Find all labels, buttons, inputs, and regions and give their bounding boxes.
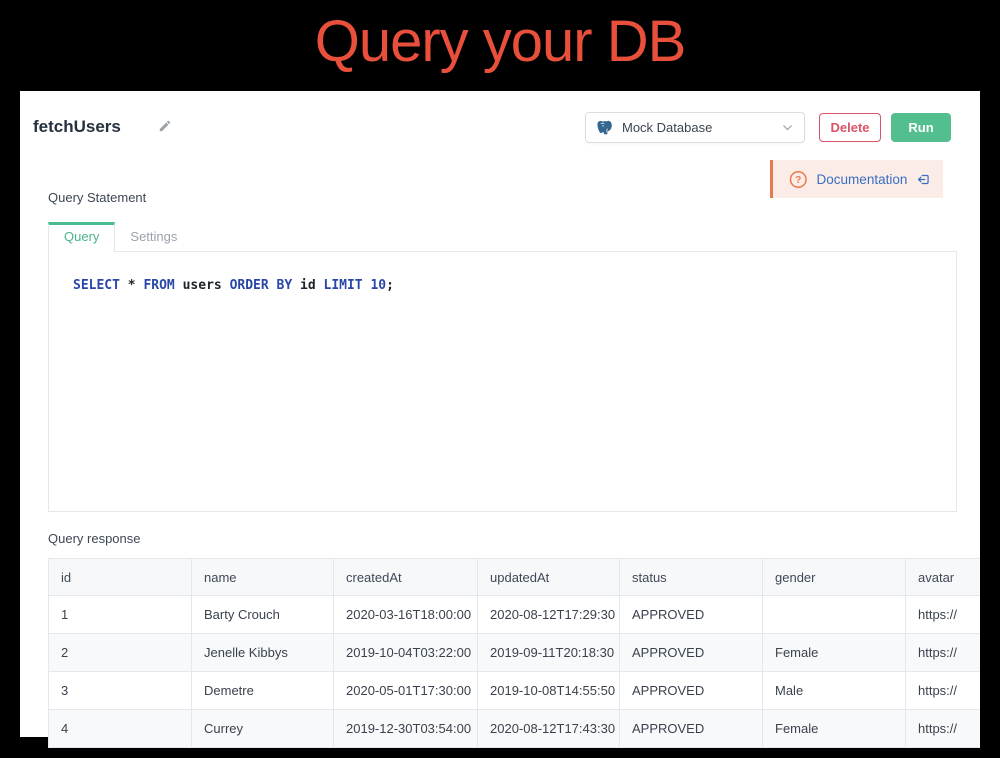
table-cell: 2019-10-04T03:22:00	[334, 634, 478, 672]
open-docs-external-icon	[916, 172, 931, 187]
column-header-avatar: avatar	[906, 559, 981, 596]
chevron-down-icon	[781, 121, 794, 134]
table-cell: https://	[906, 596, 981, 634]
query-response-label: Query response	[48, 531, 141, 546]
sql-code-line: SELECT * FROM users ORDER BY id LIMIT 10…	[73, 278, 956, 293]
table-cell: 2020-05-01T17:30:00	[334, 672, 478, 710]
postgresql-icon	[596, 119, 614, 137]
column-header-name: name	[192, 559, 334, 596]
table-cell: 2	[49, 634, 192, 672]
table-row: 3Demetre2020-05-01T17:30:002019-10-08T14…	[49, 672, 981, 710]
table-cell: APPROVED	[620, 672, 763, 710]
table-cell: Barty Crouch	[192, 596, 334, 634]
table-cell: 2019-10-08T14:55:50	[478, 672, 620, 710]
table-cell: 1	[49, 596, 192, 634]
delete-button[interactable]: Delete	[819, 113, 881, 142]
response-table-wrap: id name createdAt updatedAt status gende…	[48, 558, 980, 758]
query-name-title: fetchUsers	[33, 117, 121, 137]
run-button[interactable]: Run	[891, 113, 951, 142]
column-header-status: status	[620, 559, 763, 596]
sql-token	[292, 278, 300, 293]
edit-name-button[interactable]	[158, 119, 172, 138]
table-cell	[763, 596, 906, 634]
table-cell: https://	[906, 672, 981, 710]
documentation-banner[interactable]: ? Documentation	[770, 160, 943, 198]
table-cell: Male	[763, 672, 906, 710]
table-cell: APPROVED	[620, 596, 763, 634]
sql-token: id	[300, 278, 316, 293]
table-row: 4Currey2019-12-30T03:54:002020-08-12T17:…	[49, 710, 981, 748]
column-header-gender: gender	[763, 559, 906, 596]
sql-token: 10	[370, 278, 386, 293]
table-header-row: id name createdAt updatedAt status gende…	[49, 559, 981, 596]
table-cell: 3	[49, 672, 192, 710]
sql-token	[175, 278, 183, 293]
table-cell: Demetre	[192, 672, 334, 710]
tab-query[interactable]: Query	[48, 222, 115, 252]
table-cell: Currey	[192, 710, 334, 748]
table-row: 2Jenelle Kibbys2019-10-04T03:22:002019-0…	[49, 634, 981, 672]
statement-tabbar: Query Settings	[48, 224, 957, 252]
table-cell: 2020-08-12T17:29:30	[478, 596, 620, 634]
sql-token: BY	[277, 278, 293, 293]
svg-text:?: ?	[795, 175, 801, 186]
table-cell: 2019-09-11T20:18:30	[478, 634, 620, 672]
response-table: id name createdAt updatedAt status gende…	[48, 558, 980, 748]
resource-select-value: Mock Database	[622, 120, 773, 135]
sql-code-editor[interactable]: SELECT * FROM users ORDER BY id LIMIT 10…	[48, 252, 957, 512]
tab-settings[interactable]: Settings	[115, 223, 192, 251]
table-cell: Female	[763, 710, 906, 748]
table-cell: Jenelle Kibbys	[192, 634, 334, 672]
question-circle-icon: ?	[789, 170, 808, 189]
pencil-icon	[158, 119, 172, 133]
sql-token	[316, 278, 324, 293]
column-header-createdat: createdAt	[334, 559, 478, 596]
table-cell: 2019-12-30T03:54:00	[334, 710, 478, 748]
sql-token	[222, 278, 230, 293]
table-row: 1Barty Crouch2020-03-16T18:00:002020-08-…	[49, 596, 981, 634]
table-cell: Female	[763, 634, 906, 672]
table-cell: 4	[49, 710, 192, 748]
sql-token	[269, 278, 277, 293]
sql-token: SELECT	[73, 278, 120, 293]
sql-token	[120, 278, 128, 293]
table-cell: APPROVED	[620, 710, 763, 748]
table-cell: https://	[906, 634, 981, 672]
sql-token: LIMIT	[324, 278, 363, 293]
documentation-link[interactable]: Documentation	[817, 172, 908, 187]
table-cell: https://	[906, 710, 981, 748]
sql-token: ;	[386, 278, 394, 293]
resource-select[interactable]: Mock Database	[585, 112, 805, 143]
column-header-updatedat: updatedAt	[478, 559, 620, 596]
table-cell: 2020-03-16T18:00:00	[334, 596, 478, 634]
table-cell: APPROVED	[620, 634, 763, 672]
query-statement-label: Query Statement	[48, 190, 146, 205]
sql-token: users	[183, 278, 222, 293]
table-body: 1Barty Crouch2020-03-16T18:00:002020-08-…	[49, 596, 981, 748]
table-cell: 2020-08-12T17:43:30	[478, 710, 620, 748]
sql-token: *	[128, 278, 136, 293]
sql-token: FROM	[143, 278, 174, 293]
sql-token: ORDER	[230, 278, 269, 293]
slide-title: Query your DB	[0, 8, 1000, 75]
column-header-id: id	[49, 559, 192, 596]
